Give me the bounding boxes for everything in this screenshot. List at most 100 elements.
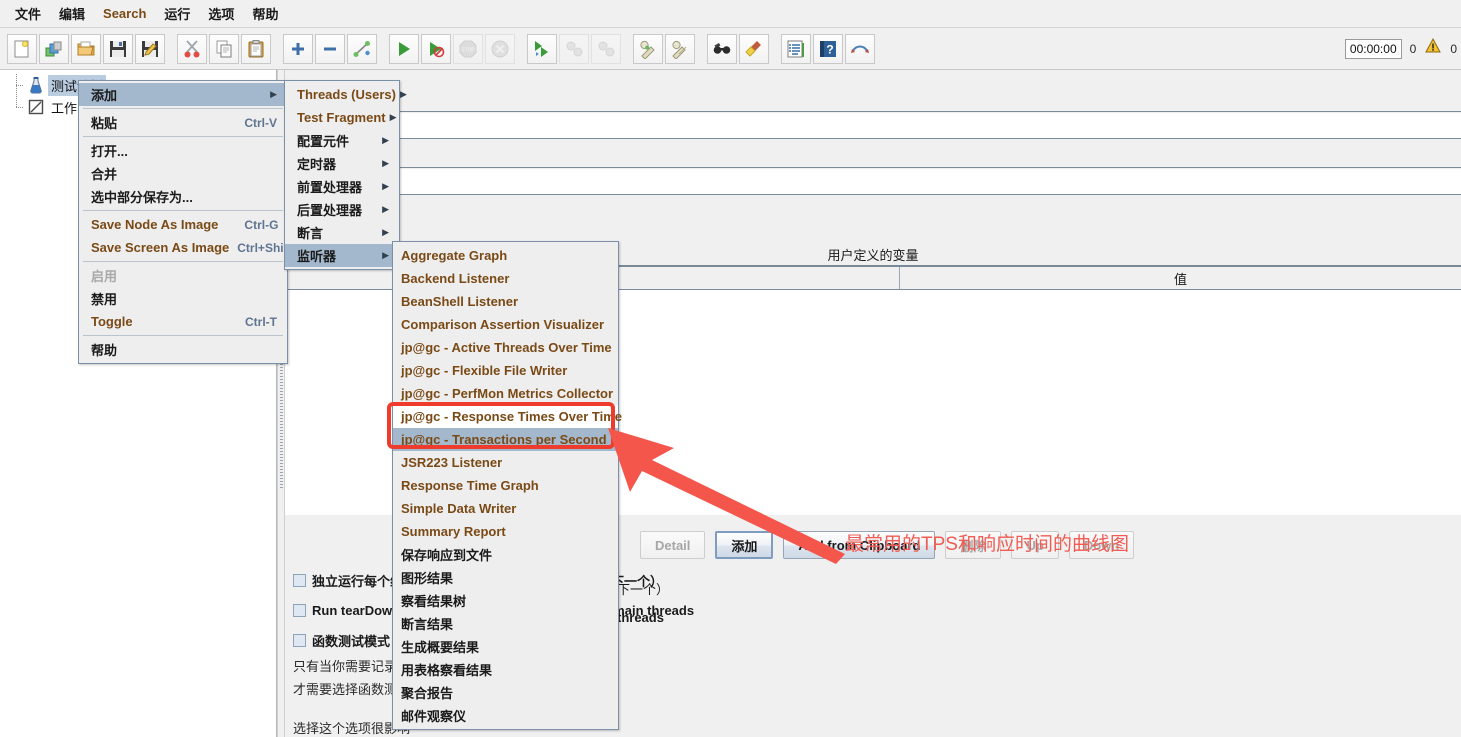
listener-item-generate-summary-results[interactable]: 生成概要结果 <box>393 635 618 658</box>
search-reset-icon[interactable] <box>739 33 769 64</box>
expand-icon[interactable] <box>283 33 313 64</box>
toolbar: STOP ? 00:00:00 0 0 <box>0 28 1461 70</box>
listener-item-graph-results[interactable]: 图形结果 <box>393 566 618 589</box>
listener-item-summary-report[interactable]: Summary Report <box>393 520 618 543</box>
listener-item-response-times-over-time[interactable]: jp@gc - Response Times Over Time <box>393 405 622 428</box>
name-field[interactable] <box>285 113 1461 139</box>
ctx-item-label: Save Node As Image <box>91 217 219 232</box>
chevron-right-icon: ▶ <box>382 227 389 237</box>
save-icon[interactable] <box>103 33 133 64</box>
checkbox[interactable] <box>293 633 306 647</box>
listener-item-label: jp@gc - Flexible File Writer <box>401 363 568 378</box>
menu-help[interactable]: 帮助 <box>243 1 287 26</box>
help-icon[interactable]: ? <box>813 33 843 64</box>
listener-item-aggregate-report[interactable]: 聚合报告 <box>393 681 618 704</box>
listener-item-assertion-results[interactable]: 断言结果 <box>393 612 618 635</box>
menu-options[interactable]: 选项 <box>199 1 243 26</box>
listener-item-comparison-assertion-visualizer[interactable]: Comparison Assertion Visualizer <box>393 313 618 336</box>
ctx-item-help[interactable]: 帮助 <box>79 338 287 361</box>
listener-item-label: 察看结果树 <box>401 594 467 609</box>
checkbox[interactable] <box>293 573 306 587</box>
listener-item-backend-listener[interactable]: Backend Listener <box>393 267 618 290</box>
listener-item-perfmon-metrics-collector[interactable]: jp@gc - PerfMon Metrics Collector <box>393 382 618 405</box>
chevron-right-icon: ▶ <box>270 89 277 99</box>
start-remote-icon[interactable] <box>527 33 557 64</box>
listener-item-view-results-in-table[interactable]: 用表格察看结果 <box>393 658 618 681</box>
start-no-pauses-icon[interactable] <box>421 33 451 64</box>
checkbox[interactable] <box>293 603 306 617</box>
listener-item-label: JSR223 Listener <box>401 455 503 470</box>
add-item-assertion[interactable]: 断言 ▶ <box>285 221 399 244</box>
editor-title-strip <box>285 70 1461 112</box>
listener-item-label: 邮件观察仪 <box>401 709 467 724</box>
open-folder-icon[interactable] <box>71 33 101 64</box>
function-helper-icon[interactable] <box>781 33 811 64</box>
ctx-item-accel: Ctrl-T <box>245 314 277 329</box>
add-item-config-element[interactable]: 配置元件 ▶ <box>285 129 399 152</box>
listener-item-aggregate-graph[interactable]: Aggregate Graph <box>393 244 618 267</box>
add-button[interactable]: 添加 <box>715 531 774 559</box>
cut-icon[interactable] <box>177 33 207 64</box>
listener-item-label: jp@gc - Response Times Over Time <box>401 409 622 424</box>
option-label: 函数测试模式 <box>312 633 391 649</box>
add-item-test-fragment[interactable]: Test Fragment ▶ <box>285 106 399 129</box>
ctx-item-enable: 启用 <box>79 264 287 287</box>
shutdown-icon <box>485 33 515 64</box>
ctx-item-save-selection-as[interactable]: 选中部分保存为... <box>79 185 287 208</box>
chevron-right-icon: ▶ <box>382 181 389 191</box>
clear-all-icon[interactable] <box>665 33 695 64</box>
new-file-icon[interactable] <box>7 33 37 64</box>
ctx-item-save-node-as-image[interactable]: Save Node As Image Ctrl-G <box>79 213 287 236</box>
listener-item-transactions-per-second[interactable]: jp@gc - Transactions per Second <box>393 428 618 451</box>
toggle-icon[interactable] <box>347 33 377 64</box>
listener-item-response-time-graph[interactable]: Response Time Graph <box>393 474 618 497</box>
listener-item-view-results-tree[interactable]: 察看结果树 <box>393 589 618 612</box>
listener-item-jsr223-listener[interactable]: JSR223 Listener <box>393 451 618 474</box>
ctx-item-save-screen-as-image[interactable]: Save Screen As Image Ctrl+Shift-G <box>79 236 305 259</box>
clear-icon[interactable] <box>633 33 663 64</box>
copy-icon[interactable] <box>209 33 239 64</box>
listener-item-mailer-visualizer[interactable]: 邮件观察仪 <box>393 704 618 727</box>
listener-item-flexible-file-writer[interactable]: jp@gc - Flexible File Writer <box>393 359 618 382</box>
listener-item-label: jp@gc - PerfMon Metrics Collector <box>401 386 614 401</box>
add-item-listener[interactable]: 监听器 ▶ <box>285 244 399 267</box>
paste-icon[interactable] <box>241 33 271 64</box>
ctx-item-toggle[interactable]: Toggle Ctrl-T <box>79 310 287 333</box>
menu-run[interactable]: 运行 <box>155 1 199 26</box>
menu-search[interactable]: Search <box>94 3 155 24</box>
ctx-item-label: 选中部分保存为... <box>91 190 193 205</box>
add-item-timer[interactable]: 定时器 ▶ <box>285 152 399 175</box>
ctx-item-accel: Ctrl-G <box>244 217 279 232</box>
add-item-label: 前置处理器 <box>297 180 363 195</box>
add-item-label: 定时器 <box>297 157 337 172</box>
menu-file[interactable]: 文件 <box>6 1 50 26</box>
menu-separator <box>83 335 283 336</box>
comments-field[interactable] <box>285 169 1461 195</box>
listener-item-active-threads-over-time[interactable]: jp@gc - Active Threads Over Time <box>393 336 618 359</box>
ctx-item-disable[interactable]: 禁用 <box>79 287 287 310</box>
add-item-post-processor[interactable]: 后置处理器 ▶ <box>285 198 399 221</box>
ctx-item-add[interactable]: 添加 ▶ <box>79 83 287 106</box>
ctx-item-paste[interactable]: 粘贴 Ctrl-V <box>79 111 287 134</box>
chevron-right-icon: ▶ <box>382 135 389 145</box>
search-icon[interactable] <box>707 33 737 64</box>
save-as-icon[interactable] <box>135 33 165 64</box>
svg-text:?: ? <box>826 42 833 56</box>
collapse-icon[interactable] <box>315 33 345 64</box>
stop-remote-icon <box>559 33 589 64</box>
udv-col-value[interactable]: 值 <box>900 267 1461 289</box>
templates-icon[interactable] <box>39 33 69 64</box>
listener-item-simple-data-writer[interactable]: Simple Data Writer <box>393 497 618 520</box>
add-item-pre-processor[interactable]: 前置处理器 ▶ <box>285 175 399 198</box>
listener-item-label: 断言结果 <box>401 617 454 632</box>
add-item-threads-users[interactable]: Threads (Users) ▶ <box>285 83 407 106</box>
warning-icon[interactable] <box>1424 37 1442 60</box>
listener-item-save-responses-to-file[interactable]: 保存响应到文件 <box>393 543 618 566</box>
listener-item-beanshell-listener[interactable]: BeanShell Listener <box>393 290 618 313</box>
start-icon[interactable] <box>389 33 419 64</box>
ctx-item-label: 启用 <box>91 269 118 284</box>
undo-redo-icon[interactable] <box>845 33 875 64</box>
ctx-item-merge[interactable]: 合并 <box>79 162 287 185</box>
menu-edit[interactable]: 编辑 <box>50 1 94 26</box>
ctx-item-open[interactable]: 打开... <box>79 139 287 162</box>
